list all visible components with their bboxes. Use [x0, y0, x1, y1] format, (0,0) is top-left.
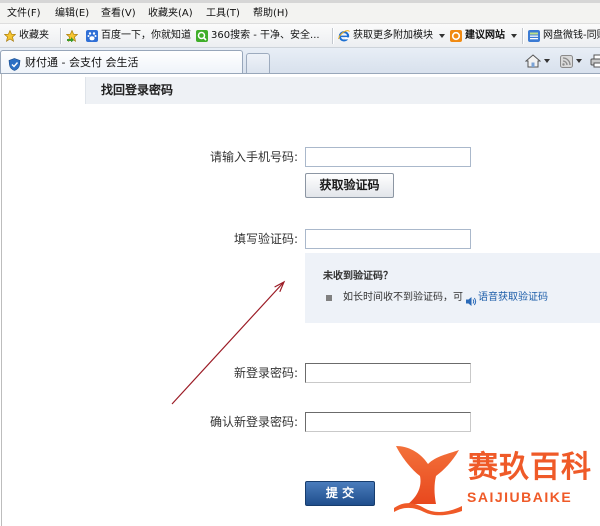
- confirm-password-label: 确认新登录密码:: [209, 415, 298, 429]
- menu-help[interactable]: 帮助(H): [253, 7, 288, 21]
- favorites-label: 收藏夹: [19, 30, 49, 41]
- home-icon: [525, 54, 541, 68]
- add-favorite-icon: [66, 30, 78, 42]
- page-header: 找回登录密码: [85, 77, 600, 104]
- favorites-star-icon: [4, 30, 16, 42]
- menu-favorites[interactable]: 收藏夹(A): [148, 7, 193, 21]
- fav-link-360-search[interactable]: 360搜索 - 干净、安全...: [196, 28, 320, 44]
- toolbar-separator: [522, 28, 523, 44]
- add-to-favorites-button[interactable]: [66, 28, 78, 44]
- suggested-sites-icon: [450, 30, 462, 42]
- baidu-icon: [86, 30, 98, 42]
- code-help-heading: 未收到验证码？: [323, 271, 393, 282]
- chevron-down-icon: [439, 34, 445, 38]
- fav-link-get-addons[interactable]: 获取更多附加模块: [338, 28, 445, 44]
- tab-bar: 财付通 - 会支付 会生活: [0, 48, 600, 74]
- new-tab-button[interactable]: [246, 53, 270, 73]
- bullet-icon: [326, 295, 332, 301]
- favorites-bar: 收藏夹 百度一下，你就知道 360搜索 - 干净、安全... 获取更多附加模块: [0, 24, 600, 48]
- fav-link-suggested-sites[interactable]: 建议网站: [450, 28, 517, 44]
- voice-code-link[interactable]: 语音获取验证码: [478, 291, 548, 305]
- 360-search-icon: [196, 30, 208, 42]
- phone-input[interactable]: [305, 147, 471, 167]
- rss-feed-button[interactable]: [560, 53, 582, 69]
- fav-link-label: 网盘微钱-同账: [543, 30, 600, 41]
- menu-edit[interactable]: 编辑(E): [55, 7, 89, 21]
- whale-tail-logo: [392, 444, 464, 516]
- watermark-brand-cn: 赛玖百科: [468, 450, 592, 485]
- chevron-down-icon: [511, 34, 517, 38]
- toolbar-separator: [332, 28, 333, 44]
- submit-button[interactable]: 提 交: [305, 481, 375, 506]
- menu-tools[interactable]: 工具(T): [206, 7, 240, 21]
- print-button[interactable]: [590, 53, 600, 69]
- fav-link-label: 百度一下，你就知道: [101, 30, 191, 41]
- code-help-box: 未收到验证码？ 如长时间收不到验证码，可 语音获取验证码: [305, 253, 600, 323]
- code-help-text: 如长时间收不到验证码，可: [343, 292, 463, 303]
- new-password-label: 新登录密码:: [233, 366, 298, 380]
- web-slice-icon: [528, 30, 540, 42]
- toolbar-separator: [60, 28, 61, 44]
- menu-bar: 文件(F) 编辑(E) 查看(V) 收藏夹(A) 工具(T) 帮助(H): [0, 0, 600, 24]
- fav-link-label: 获取更多附加模块: [353, 30, 433, 41]
- tab-tenpay[interactable]: 财付通 - 会支付 会生活: [0, 50, 243, 73]
- fav-link-web-slice[interactable]: 网盘微钱-同账: [528, 28, 600, 44]
- home-button[interactable]: [525, 53, 550, 69]
- favorites-button[interactable]: 收藏夹: [4, 28, 49, 44]
- new-password-input[interactable]: [305, 363, 471, 383]
- verification-code-input[interactable]: [305, 229, 471, 249]
- phone-label: 请输入手机号码:: [209, 150, 298, 164]
- print-icon: [590, 54, 600, 68]
- tenpay-icon: [8, 56, 21, 71]
- speaker-icon[interactable]: [465, 292, 477, 306]
- get-code-button[interactable]: 获取验证码: [305, 173, 394, 198]
- confirm-password-input[interactable]: [305, 412, 471, 432]
- fav-link-baidu[interactable]: 百度一下，你就知道: [86, 28, 191, 44]
- rss-feed-icon: [560, 54, 573, 68]
- fav-link-label: 建议网站: [465, 30, 505, 41]
- browser-window: 文件(F) 编辑(E) 查看(V) 收藏夹(A) 工具(T) 帮助(H) 收藏夹…: [0, 0, 600, 526]
- menu-file[interactable]: 文件(F): [7, 7, 41, 21]
- chevron-down-icon[interactable]: [576, 59, 582, 63]
- code-label: 填写验证码:: [233, 232, 298, 246]
- chevron-down-icon[interactable]: [544, 59, 550, 63]
- menu-view[interactable]: 查看(V): [101, 7, 136, 21]
- page-title: 找回登录密码: [101, 83, 174, 97]
- fav-link-label: 360搜索 - 干净、安全...: [211, 30, 320, 41]
- page-left-border: [1, 74, 2, 526]
- tab-title: 财付通 - 会支付 会生活: [25, 56, 139, 69]
- ie-icon: [338, 30, 350, 42]
- watermark-brand-en: SAIJIUBAIKE: [467, 489, 573, 505]
